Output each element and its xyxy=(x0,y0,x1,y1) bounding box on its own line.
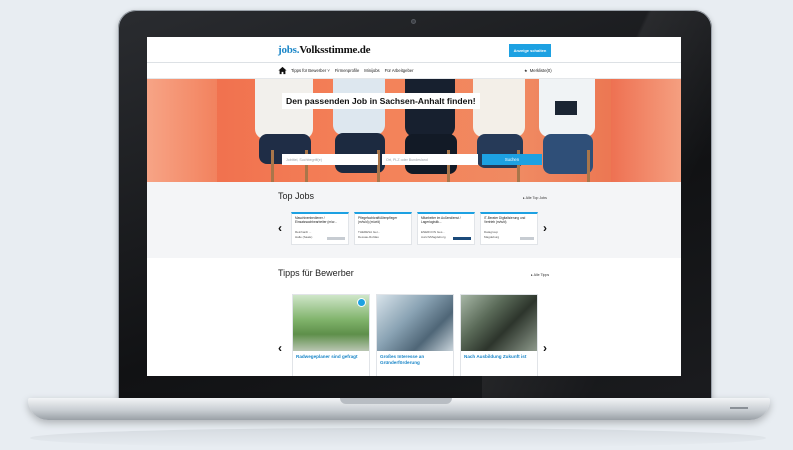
chevron-left-icon[interactable]: ‹ xyxy=(278,342,282,354)
home-icon[interactable] xyxy=(278,66,287,75)
tipps-section: Tipps für Bewerber ▸ Alle Tipps ‹ › Radw… xyxy=(147,258,681,376)
laptop-screen: jobs.Volksstimme.de Anzeige schalten Tip… xyxy=(147,37,681,376)
company-logo xyxy=(453,237,471,240)
nav-item-arbeitgeber[interactable]: Für Arbeitgeber xyxy=(385,68,414,73)
laptop-reflection xyxy=(30,428,766,448)
tip-card[interactable]: Radwegeplaner sind gefragt xyxy=(292,294,370,376)
site-header: jobs.Volksstimme.de Anzeige schalten xyxy=(147,37,681,63)
tip-image-founders xyxy=(377,295,453,351)
tablet-in-hand xyxy=(555,101,577,115)
tip-image-apprentice xyxy=(461,295,537,351)
job-card[interactable]: Pflegefachkraft/Altenpfleger (m/w/d) (m/… xyxy=(354,212,412,245)
top-jobs-title: Top Jobs xyxy=(278,191,315,201)
top-jobs-section: Top Jobs ▸ Alle Top Jobs ‹ › Maschinenbe… xyxy=(147,182,681,258)
person-silhouette xyxy=(255,79,313,139)
tip-image-bike-path xyxy=(293,295,369,351)
laptop-indicator xyxy=(730,407,748,409)
location-input[interactable]: Ort, PLZ oder Bundesland xyxy=(382,154,478,165)
hero-banner: Den passenden Job in Sachsen-Anhalt find… xyxy=(147,79,681,182)
merkliste-link[interactable]: ★ Merkliste(0) xyxy=(524,68,552,73)
main-nav: Tipps für Bewerber ˅ Firmenprofile Minij… xyxy=(147,63,681,79)
chevron-left-icon[interactable]: ‹ xyxy=(278,222,282,234)
job-card[interactable]: Maschinenbediener / Einsatzsachbearbeite… xyxy=(291,212,349,245)
nav-links: Tipps für Bewerber ˅ Firmenprofile Minij… xyxy=(291,68,414,73)
site-logo[interactable]: jobs.Volksstimme.de xyxy=(278,44,371,56)
all-tipps-link[interactable]: ▸ Alle Tipps xyxy=(531,273,549,277)
hero-headline: Den passenden Job in Sachsen-Anhalt find… xyxy=(282,93,480,109)
tip-card[interactable]: Großes Interesse an Gründerförderung xyxy=(376,294,454,376)
chevron-right-icon[interactable]: › xyxy=(543,222,547,234)
hero-bg-left xyxy=(147,79,217,182)
all-top-jobs-link[interactable]: ▸ Alle Top Jobs xyxy=(523,196,547,200)
company-logo xyxy=(520,237,534,240)
search-button[interactable]: Suchen xyxy=(482,154,542,165)
tip-card[interactable]: Nach Ausbildung Zukunft ist xyxy=(460,294,538,376)
chair-leg xyxy=(271,150,274,182)
person-silhouette xyxy=(543,134,593,174)
company-logo xyxy=(327,237,345,240)
hero-bg-right xyxy=(611,79,681,182)
nav-item-minijobs[interactable]: Minijobs xyxy=(364,68,379,73)
job-card[interactable]: IT-Berater Digitalisierung und Vertrieb … xyxy=(480,212,538,245)
bicycle-icon xyxy=(357,298,366,307)
tipps-title: Tipps für Bewerber xyxy=(278,268,354,278)
nav-item-firmenprofile[interactable]: Firmenprofile xyxy=(335,68,359,73)
post-ad-button[interactable]: Anzeige schalten xyxy=(509,44,551,57)
webcam-icon xyxy=(411,19,416,24)
laptop-base-notch xyxy=(340,398,452,404)
chair-leg xyxy=(587,150,590,182)
star-icon: ★ xyxy=(524,68,528,73)
chevron-right-icon[interactable]: › xyxy=(543,342,547,354)
person-silhouette xyxy=(473,79,525,137)
nav-item-tipps[interactable]: Tipps für Bewerber ˅ xyxy=(291,68,330,73)
job-search-input[interactable]: Jobtitel, Suchbegriff(e) xyxy=(282,154,378,165)
job-card[interactable]: Mitarbeiter im Außendienst / Lagerlogist… xyxy=(417,212,475,245)
